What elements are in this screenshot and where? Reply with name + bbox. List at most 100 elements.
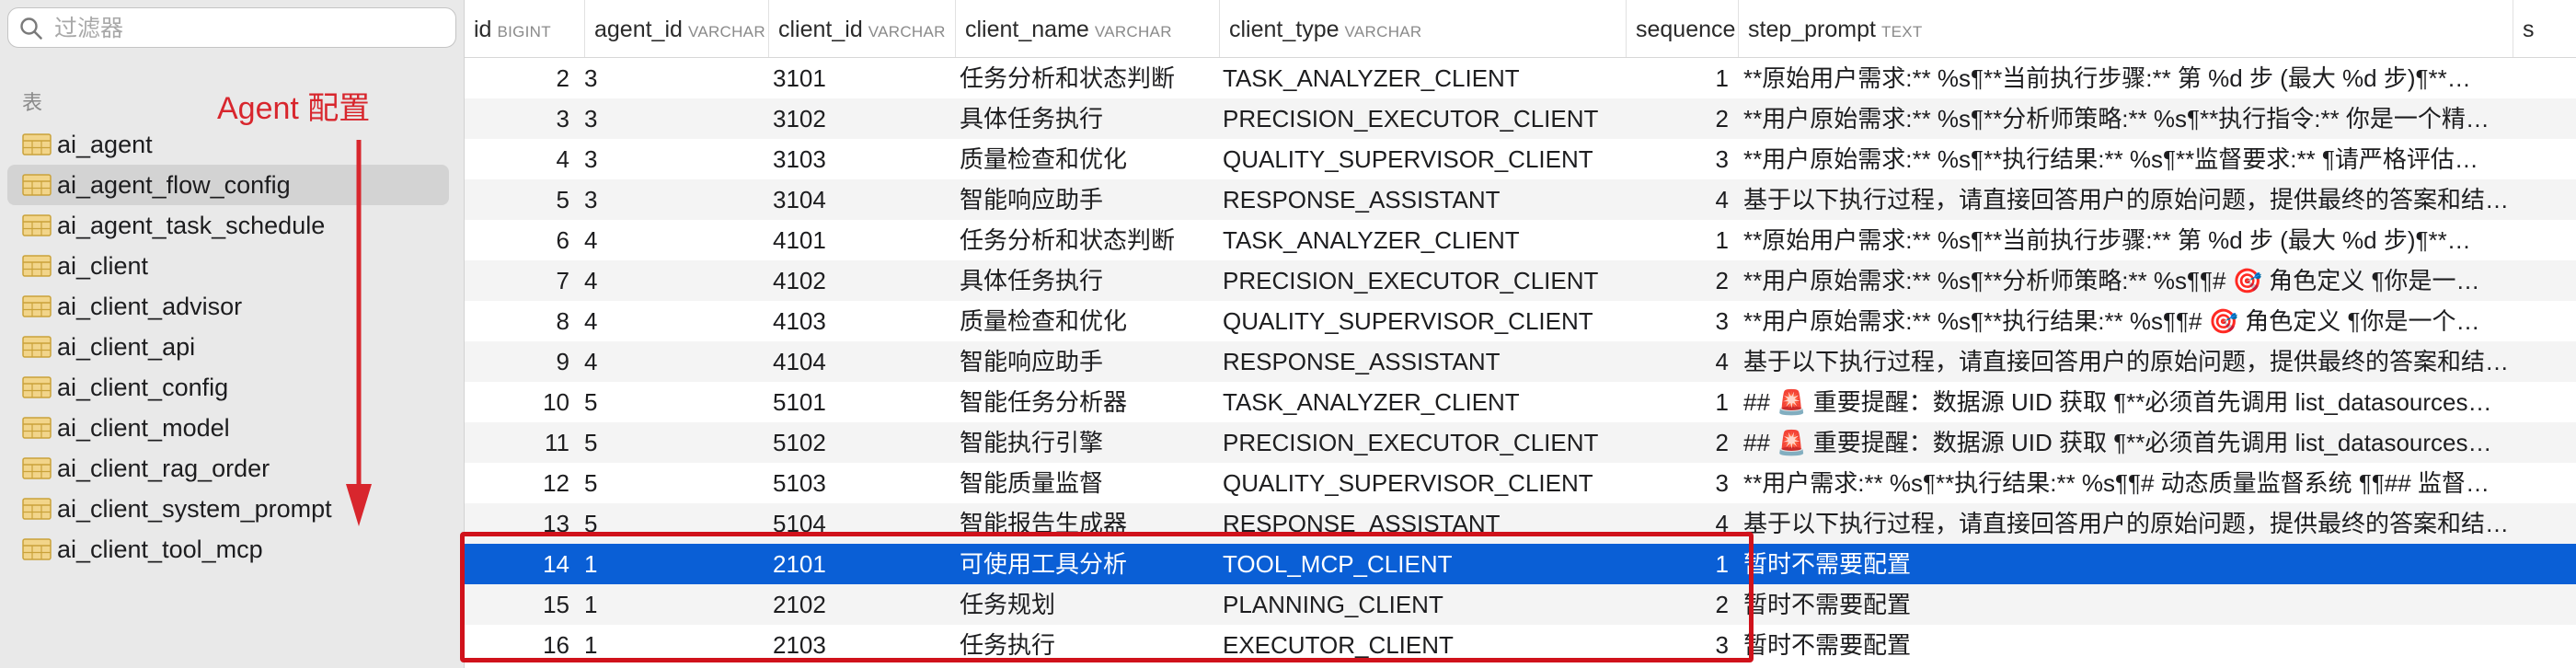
cell-sequence[interactable]: 4	[1629, 503, 1732, 544]
cell-id[interactable]: 12	[465, 463, 573, 503]
cell-client-type[interactable]: PRECISION_EXECUTOR_CLIENT	[1223, 260, 1627, 301]
table-row[interactable]: 6 4 4101 任务分析和状态判断 TASK_ANALYZER_CLIENT 1 **原始…	[465, 220, 2576, 260]
table-row[interactable]: 8 4 4103 质量检查和优化 QUALITY_SUPERVISOR_CLIENT 3 *…	[465, 301, 2576, 341]
cell-client-name[interactable]: 具体任务执行	[960, 98, 1217, 139]
cell-client-type[interactable]: TASK_ANALYZER_CLIENT	[1223, 382, 1627, 422]
cell-id[interactable]: 14	[465, 544, 573, 584]
table-item-ai-client-model[interactable]: ai_client_model	[7, 408, 449, 448]
cell-agent-id[interactable]: 5	[584, 463, 768, 503]
cell-sequence[interactable]: 3	[1629, 139, 1732, 179]
cell-id[interactable]: 15	[465, 584, 573, 625]
cell-client-type[interactable]: PLANNING_CLIENT	[1223, 584, 1627, 625]
cell-sequence[interactable]: 2	[1629, 584, 1732, 625]
cell-agent-id[interactable]: 3	[584, 98, 768, 139]
cell-sequence[interactable]: 3	[1629, 301, 1732, 341]
cell-sequence[interactable]: 1	[1629, 544, 1732, 584]
cell-agent-id[interactable]: 4	[584, 220, 768, 260]
cell-id[interactable]: 16	[465, 625, 573, 665]
table-row[interactable]: 2 3 3101 任务分析和状态判断 TASK_ANALYZER_CLIENT 1 **原始…	[465, 58, 2576, 98]
cell-client-id[interactable]: 3102	[773, 98, 957, 139]
cell-client-type[interactable]: TASK_ANALYZER_CLIENT	[1223, 58, 1627, 98]
table-row[interactable]: 5 3 3104 智能响应助手 RESPONSE_ASSISTANT 4 基于以下执行过程，…	[465, 179, 2576, 220]
table-item-ai-client-system-prompt[interactable]: ai_client_system_prompt	[7, 489, 449, 529]
cell-step-prompt[interactable]: **用户原始需求:** %s¶**执行结果:** %s¶**监督要求:** ¶请…	[1743, 139, 2571, 179]
cell-sequence[interactable]: 1	[1629, 220, 1732, 260]
cell-client-id[interactable]: 5104	[773, 503, 957, 544]
cell-sequence[interactable]: 3	[1629, 463, 1732, 503]
cell-agent-id[interactable]: 4	[584, 341, 768, 382]
cell-client-id[interactable]: 5103	[773, 463, 957, 503]
cell-step-prompt[interactable]: **用户需求:** %s¶**执行结果:** %s¶¶# 动态质量监督系统 ¶¶…	[1743, 463, 2571, 503]
cell-client-id[interactable]: 4102	[773, 260, 957, 301]
table-row[interactable]: 4 3 3103 质量检查和优化 QUALITY_SUPERVISOR_CLIENT 3 *…	[465, 139, 2576, 179]
column-header-id[interactable]: id BIGINT	[465, 0, 584, 57]
cell-client-name[interactable]: 质量检查和优化	[960, 301, 1217, 341]
table-row[interactable]: 11 5 5102 智能执行引擎 PRECISION_EXECUTOR_CLIENT 2 #…	[465, 422, 2576, 463]
cell-id[interactable]: 9	[465, 341, 573, 382]
cell-sequence[interactable]: 2	[1629, 422, 1732, 463]
cell-client-name[interactable]: 智能报告生成器	[960, 503, 1217, 544]
cell-sequence[interactable]: 1	[1629, 58, 1732, 98]
cell-id[interactable]: 13	[465, 503, 573, 544]
cell-step-prompt[interactable]: 暂时不需要配置	[1743, 544, 2571, 584]
table-row[interactable]: 14 1 2101 可使用工具分析 TOOL_MCP_CLIENT 1 暂时不需要配置	[465, 544, 2576, 584]
cell-sequence[interactable]: 3	[1629, 625, 1732, 665]
cell-step-prompt[interactable]: ## 🚨 重要提醒：数据源 UID 获取 ¶**必须首先调用 list_data…	[1743, 422, 2571, 463]
column-header-step-prompt[interactable]: step_prompt TEXT	[1738, 0, 2513, 57]
cell-client-name[interactable]: 智能响应助手	[960, 179, 1217, 220]
cell-sequence[interactable]: 2	[1629, 260, 1732, 301]
cell-id[interactable]: 7	[465, 260, 573, 301]
cell-client-id[interactable]: 2103	[773, 625, 957, 665]
cell-step-prompt[interactable]: 基于以下执行过程，请直接回答用户的原始问题，提供最终的答案和结…	[1743, 341, 2571, 382]
cell-client-id[interactable]: 5102	[773, 422, 957, 463]
cell-client-type[interactable]: RESPONSE_ASSISTANT	[1223, 179, 1627, 220]
table-item-ai-agent-task-schedule[interactable]: ai_agent_task_schedule	[7, 205, 449, 246]
cell-id[interactable]: 5	[465, 179, 573, 220]
cell-step-prompt[interactable]: 基于以下执行过程，请直接回答用户的原始问题，提供最终的答案和结…	[1743, 503, 2571, 544]
cell-client-type[interactable]: PRECISION_EXECUTOR_CLIENT	[1223, 98, 1627, 139]
table-row[interactable]: 7 4 4102 具体任务执行 PRECISION_EXECUTOR_CLIENT 2 **…	[465, 260, 2576, 301]
cell-client-type[interactable]: TASK_ANALYZER_CLIENT	[1223, 220, 1627, 260]
column-header-agent-id[interactable]: agent_id VARCHAR	[584, 0, 768, 57]
cell-client-name[interactable]: 任务分析和状态判断	[960, 220, 1217, 260]
cell-agent-id[interactable]: 3	[584, 179, 768, 220]
table-row[interactable]: 15 1 2102 任务规划 PLANNING_CLIENT 2 暂时不需要配置	[465, 584, 2576, 625]
cell-client-id[interactable]: 2101	[773, 544, 957, 584]
table-row[interactable]: 12 5 5103 智能质量监督 QUALITY_SUPERVISOR_CLIENT 3 *…	[465, 463, 2576, 503]
cell-agent-id[interactable]: 4	[584, 260, 768, 301]
cell-client-id[interactable]: 5101	[773, 382, 957, 422]
cell-step-prompt[interactable]: 暂时不需要配置	[1743, 584, 2571, 625]
cell-id[interactable]: 2	[465, 58, 573, 98]
cell-client-type[interactable]: QUALITY_SUPERVISOR_CLIENT	[1223, 139, 1627, 179]
cell-client-name[interactable]: 可使用工具分析	[960, 544, 1217, 584]
cell-client-type[interactable]: QUALITY_SUPERVISOR_CLIENT	[1223, 463, 1627, 503]
table-item-ai-client-tool-mcp[interactable]: ai_client_tool_mcp	[7, 529, 449, 570]
cell-client-id[interactable]: 3101	[773, 58, 957, 98]
cell-client-id[interactable]: 4103	[773, 301, 957, 341]
cell-agent-id[interactable]: 1	[584, 584, 768, 625]
cell-agent-id[interactable]: 1	[584, 625, 768, 665]
cell-client-type[interactable]: EXECUTOR_CLIENT	[1223, 625, 1627, 665]
cell-id[interactable]: 11	[465, 422, 573, 463]
cell-client-name[interactable]: 智能质量监督	[960, 463, 1217, 503]
cell-id[interactable]: 10	[465, 382, 573, 422]
cell-agent-id[interactable]: 3	[584, 139, 768, 179]
column-header-client-id[interactable]: client_id VARCHAR	[768, 0, 955, 57]
cell-id[interactable]: 4	[465, 139, 573, 179]
table-item-ai-client-advisor[interactable]: ai_client_advisor	[7, 286, 449, 327]
cell-client-type[interactable]: TOOL_MCP_CLIENT	[1223, 544, 1627, 584]
cell-client-type[interactable]: RESPONSE_ASSISTANT	[1223, 341, 1627, 382]
cell-step-prompt[interactable]: ## 🚨 重要提醒：数据源 UID 获取 ¶**必须首先调用 list_data…	[1743, 382, 2571, 422]
cell-client-name[interactable]: 任务分析和状态判断	[960, 58, 1217, 98]
cell-client-name[interactable]: 智能执行引擎	[960, 422, 1217, 463]
cell-agent-id[interactable]: 1	[584, 544, 768, 584]
cell-sequence[interactable]: 1	[1629, 382, 1732, 422]
cell-step-prompt[interactable]: **原始用户需求:** %s¶**当前执行步骤:** 第 %d 步 (最大 %d…	[1743, 58, 2571, 98]
cell-client-id[interactable]: 3103	[773, 139, 957, 179]
column-header-client-type[interactable]: client_type VARCHAR	[1219, 0, 1626, 57]
table-item-ai-client[interactable]: ai_client	[7, 246, 449, 286]
cell-agent-id[interactable]: 5	[584, 422, 768, 463]
cell-sequence[interactable]: 4	[1629, 179, 1732, 220]
cell-client-name[interactable]: 任务规划	[960, 584, 1217, 625]
table-row[interactable]: 16 1 2103 任务执行 EXECUTOR_CLIENT 3 暂时不需要配置	[465, 625, 2576, 665]
